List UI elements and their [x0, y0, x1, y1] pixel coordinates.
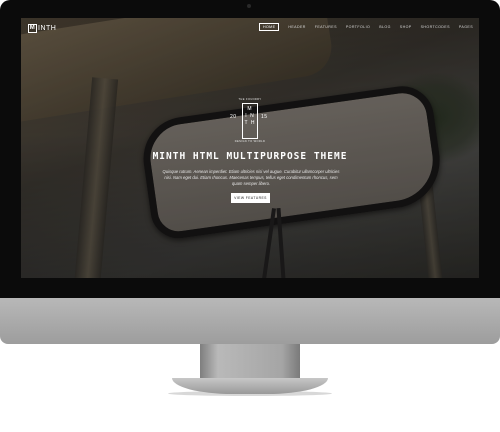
emblem-bottom-text: DESIGN TO WORLD: [234, 140, 266, 143]
main-menu: Home Header Features Portfolio Blog Shop…: [258, 23, 473, 31]
hero-description: Quisque rutrum. Aenean imperdiet. Etiam …: [162, 169, 340, 187]
site-logo[interactable]: M INTH: [28, 23, 56, 33]
menu-item-shortcodes[interactable]: Shortcodes: [421, 25, 450, 29]
emblem-letters-th: T H: [244, 120, 256, 126]
emblem-year-left: 20: [230, 114, 237, 120]
menu-item-blog[interactable]: Blog: [379, 25, 391, 29]
logo-text: INTH: [38, 24, 57, 32]
photo-overlay: [21, 18, 479, 278]
emblem-letter-m: M: [247, 106, 253, 112]
menu-item-home[interactable]: Home: [258, 23, 280, 31]
menu-item-shop[interactable]: Shop: [400, 25, 412, 29]
top-navigation: M INTH Home Header Features Portfolio Bl…: [21, 18, 479, 38]
monitor-stand-neck: [200, 344, 300, 378]
logo-mark: M: [28, 23, 37, 33]
menu-item-portfolio[interactable]: Portfolio: [346, 25, 370, 29]
view-features-button[interactable]: VIEW FEATURES: [231, 193, 270, 203]
menu-item-header[interactable]: Header: [288, 25, 305, 29]
monitor-screen: M INTH Home Header Features Portfolio Bl…: [21, 18, 479, 278]
emblem-letters-in: I N: [245, 113, 255, 119]
camera-dot: [247, 4, 251, 8]
hero-title: MINTH HTML MULTIPURPOSE THEME: [152, 151, 348, 162]
menu-item-features[interactable]: Features: [315, 25, 337, 29]
menu-item-pages[interactable]: Pages: [459, 25, 473, 29]
monitor-chin: [0, 298, 500, 344]
monitor-bezel: M INTH Home Header Features Portfolio Bl…: [0, 0, 500, 298]
emblem-year-right: 15: [261, 114, 268, 120]
hero-background-photo: [21, 18, 479, 278]
emblem-box: M I N T H: [242, 103, 258, 139]
emblem-top-text: THE FOUNDRY: [238, 98, 262, 101]
hero-emblem: THE FOUNDRY M I N T H 20 15 DESIGN TO WO…: [228, 98, 272, 144]
